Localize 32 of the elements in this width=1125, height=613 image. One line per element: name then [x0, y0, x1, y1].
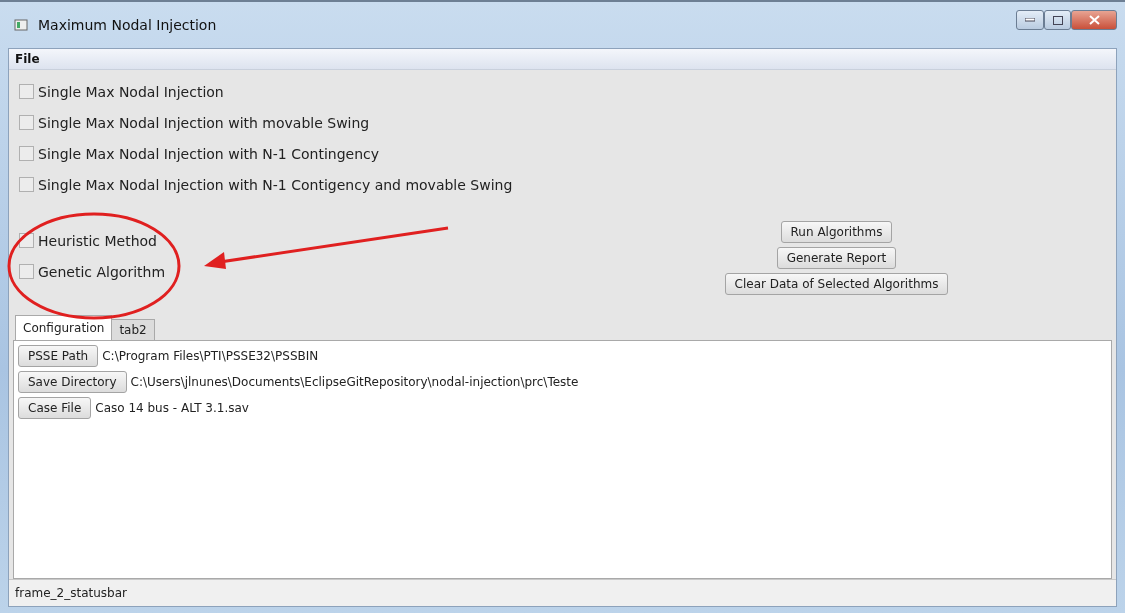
checkbox[interactable] — [19, 177, 34, 192]
checkbox-label: Single Max Nodal Injection with N-1 Contigency and movable Swing — [38, 176, 513, 193]
close-icon — [1088, 15, 1100, 25]
config-button[interactable]: Save Directory — [18, 371, 127, 393]
app-icon — [14, 18, 28, 32]
checkbox-label: Heuristic Method — [38, 232, 157, 249]
maximize-button[interactable] — [1044, 10, 1071, 30]
checkbox[interactable] — [19, 115, 34, 130]
checkbox[interactable] — [19, 264, 34, 279]
checkbox[interactable] — [19, 84, 34, 99]
menu-item[interactable]: File — [15, 52, 40, 66]
path-text: Caso 14 bus - ALT 3.1.sav — [95, 401, 249, 415]
config-button[interactable]: PSSE Path — [18, 345, 99, 367]
checkbox-label: Single Max Nodal Injection with N-1 Contingency — [38, 145, 380, 162]
path-text: C:\Program Files\PTI\PSSE32\PSSBIN — [102, 349, 319, 363]
status-text: frame_2_statusbar — [15, 586, 127, 600]
checkbox-label: Genetic Algorithm — [38, 263, 166, 280]
config-button[interactable]: Case File — [18, 397, 92, 419]
action-button[interactable]: Generate Report — [776, 247, 897, 269]
checkbox-label: Single Max Nodal Injection with movable Swing — [38, 114, 370, 131]
maximize-icon — [1052, 15, 1063, 25]
action-button[interactable]: Clear Data of Selected Algorithms — [724, 273, 949, 295]
close-button[interactable] — [1071, 10, 1117, 30]
window-title: Maximum Nodal Injection — [38, 17, 217, 33]
tab[interactable]: tab2 — [111, 319, 155, 340]
action-button[interactable]: Run Algorithms — [780, 221, 893, 243]
checkbox[interactable] — [19, 146, 34, 161]
path-text: C:\Users\jlnunes\Documents\EclipseGitRepository\nodal-injection\prc\Teste — [130, 375, 579, 389]
checkbox-label: Single Max Nodal Injection — [38, 83, 224, 100]
minimize-button[interactable] — [1016, 10, 1044, 30]
minimize-icon — [1025, 18, 1035, 22]
tab[interactable]: Configuration — [15, 315, 113, 340]
